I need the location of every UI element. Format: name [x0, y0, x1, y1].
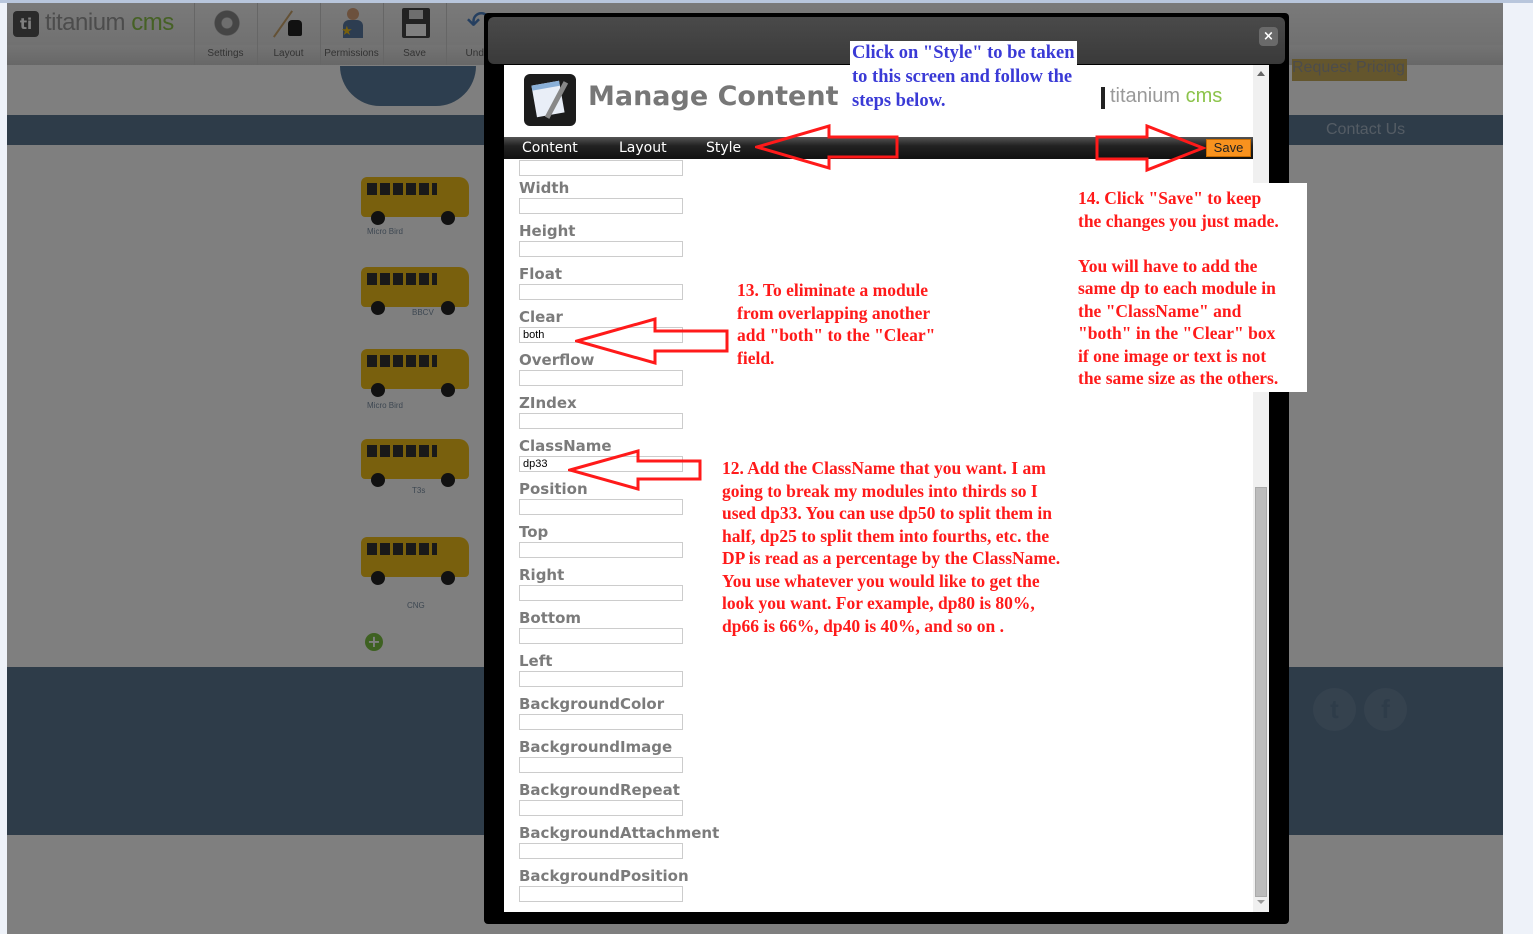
arrow-to-classname-field-icon	[568, 449, 702, 491]
left-input[interactable]	[519, 671, 683, 687]
zindex-input[interactable]	[519, 413, 683, 429]
top-input[interactable]	[519, 542, 683, 558]
save-button[interactable]: Save	[1206, 139, 1251, 157]
scroll-down-arrow-icon[interactable]	[1257, 900, 1265, 904]
annotation-style-hint: Click on "Style" to be taken to this scr…	[850, 41, 1077, 113]
tab-content[interactable]: Content	[522, 140, 578, 156]
scroll-thumb[interactable]	[1255, 487, 1267, 897]
arrow-to-save-icon	[1095, 124, 1207, 173]
field-input[interactable]	[519, 160, 683, 176]
annotation-step-14: 14. Click "Save" to keep the changes you…	[1073, 183, 1307, 392]
notepad-icon	[524, 74, 576, 126]
bottom-input[interactable]	[519, 628, 683, 644]
background-repeat-input[interactable]	[519, 800, 683, 816]
overflow-input[interactable]	[519, 370, 683, 386]
annotation-step-12: 12. Add the ClassName that you want. I a…	[722, 458, 1061, 636]
height-input[interactable]	[519, 241, 683, 257]
close-icon[interactable]: ×	[1259, 27, 1278, 46]
position-input[interactable]	[519, 499, 683, 515]
background-image-input[interactable]	[519, 757, 683, 773]
float-input[interactable]	[519, 284, 683, 300]
tab-layout[interactable]: Layout	[619, 140, 667, 156]
arrow-to-style-tab-icon	[755, 124, 899, 170]
background-color-input[interactable]	[519, 714, 683, 730]
modal-title: Manage Content	[588, 81, 839, 112]
annotation-step-13: 13. To eliminate a module from overlappi…	[737, 280, 936, 368]
titanium-brand: titanium cms	[1110, 85, 1223, 107]
arrow-to-clear-field-icon	[575, 317, 729, 365]
right-input[interactable]	[519, 585, 683, 601]
background-attachment-input[interactable]	[519, 843, 683, 859]
tab-style[interactable]: Style	[706, 140, 741, 156]
scroll-up-arrow-icon[interactable]	[1257, 71, 1265, 76]
width-input[interactable]	[519, 198, 683, 214]
background-position-input[interactable]	[519, 886, 683, 902]
